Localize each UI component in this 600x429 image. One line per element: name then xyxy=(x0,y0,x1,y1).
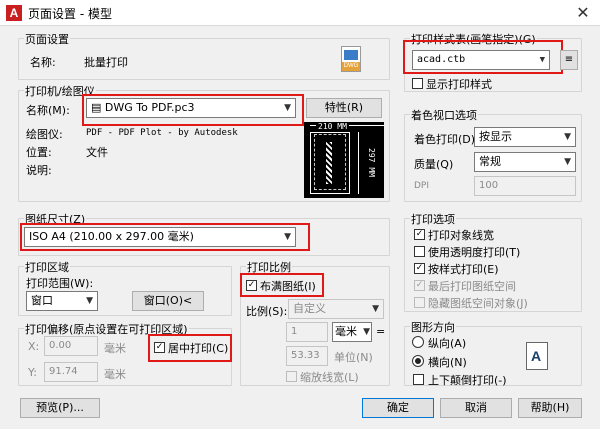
offset-y-input[interactable]: 91.74 xyxy=(44,362,98,382)
page-setup-group xyxy=(18,38,390,80)
scale-units-label: 单位(N) xyxy=(334,351,373,364)
show-plot-styles-label: 显示打印样式 xyxy=(426,78,492,91)
chevron-down-icon: ▼ xyxy=(564,132,571,142)
plot-area-group-label: 打印区域 xyxy=(24,259,70,275)
landscape-preview-icon: A xyxy=(526,342,548,370)
scale-label: 比例(S): xyxy=(246,305,288,318)
plotter-select[interactable]: ▤ DWG To PDF.pc3 ▼ xyxy=(86,98,296,118)
window-title: 页面设置 - 模型 xyxy=(28,7,112,21)
plot-option-checkbox[interactable]: ✓ xyxy=(414,229,425,240)
paper-width-label: 210 MM xyxy=(316,122,349,131)
plotter-device-label: 绘图仪: xyxy=(26,128,63,141)
scale-units-input[interactable]: 53.33 xyxy=(286,346,328,366)
page-setup-name-value: 批量打印 xyxy=(84,56,128,69)
plot-range-label: 打印范围(W): xyxy=(26,277,94,290)
paper-preview: 210 MM 297 MM xyxy=(304,122,384,198)
offset-x-label: X: xyxy=(28,340,40,353)
dpi-input[interactable]: 100 xyxy=(474,176,576,196)
scale-lineweights-label: 缩放线宽(L) xyxy=(300,371,359,384)
upside-down-label: 上下颠倒打印(-) xyxy=(428,374,507,387)
page-setup-name-label: 名称: xyxy=(30,56,56,69)
plot-option-label: 打印对象线宽 xyxy=(428,229,494,242)
shaded-options-group-label: 着色视口选项 xyxy=(410,107,478,123)
chevron-down-icon: ▼ xyxy=(86,296,93,306)
plot-range-select[interactable]: 窗口 ▼ xyxy=(26,291,98,311)
scale-select[interactable]: 自定义 ▼ xyxy=(288,299,384,319)
page-setup-group-label: 页面设置 xyxy=(24,31,70,47)
plot-option-label: 隐藏图纸空间对象(J) xyxy=(428,297,528,310)
plotter-device-value: PDF - PDF Plot - by Autodesk xyxy=(86,128,238,138)
help-button[interactable]: 帮助(H) xyxy=(518,398,582,418)
plot-option-checkbox[interactable] xyxy=(414,297,425,308)
plotter-location-value: 文件 xyxy=(86,146,108,159)
shade-plot-select[interactable]: 按显示 ▼ xyxy=(474,127,576,147)
edit-plot-style-icon[interactable]: ≡ xyxy=(560,50,578,70)
plot-option-checkbox[interactable]: ✓ xyxy=(414,263,425,274)
chevron-down-icon: ▼ xyxy=(284,232,291,242)
fit-to-paper-label: 布满图纸(I) xyxy=(260,280,316,293)
printer-icon: ▤ xyxy=(91,101,105,114)
plotter-description-label: 说明: xyxy=(26,164,52,177)
plot-option-label: 最后打印图纸空间 xyxy=(428,280,516,293)
show-plot-styles-checkbox[interactable] xyxy=(412,78,423,89)
preview-button[interactable]: 预览(P)... xyxy=(20,398,100,418)
quality-select[interactable]: 常规 ▼ xyxy=(474,152,576,172)
portrait-radio[interactable] xyxy=(412,336,424,348)
scale-number-input[interactable]: 1 xyxy=(286,322,328,342)
scale-equals-sign: = xyxy=(376,325,386,338)
plot-option-checkbox[interactable]: ✓ xyxy=(414,280,425,291)
dwg-file-icon: DWG xyxy=(341,46,361,72)
drawing-hatch xyxy=(326,142,332,184)
chevron-down-icon: ▼ xyxy=(363,327,370,337)
paper-height-label: 297 MM xyxy=(366,148,376,177)
height-dimension-line xyxy=(358,132,359,194)
plot-window-button[interactable]: 窗口(O)< xyxy=(132,291,204,311)
fit-to-paper-checkbox[interactable]: ✓ xyxy=(246,280,257,291)
plotter-location-label: 位置: xyxy=(26,146,52,159)
plotter-properties-button[interactable]: 特性(R) xyxy=(306,98,382,118)
upside-down-checkbox[interactable] xyxy=(413,374,424,385)
landscape-radio[interactable] xyxy=(412,355,424,367)
plot-option-checkbox[interactable] xyxy=(414,246,425,257)
close-icon[interactable]: ✕ xyxy=(570,2,596,24)
offset-x-input[interactable]: 0.00 xyxy=(44,336,98,356)
chevron-down-icon: ▼ xyxy=(539,55,545,65)
chevron-down-icon: ▼ xyxy=(564,157,571,167)
offset-y-label: Y: xyxy=(28,366,37,379)
orientation-group-label: 图形方向 xyxy=(410,319,456,335)
cancel-button[interactable]: 取消 xyxy=(440,398,512,418)
plot-option-label: 按样式打印(E) xyxy=(428,263,499,276)
plot-option-label: 使用透明度打印(T) xyxy=(428,246,521,259)
autocad-app-icon: A xyxy=(6,5,22,21)
paper-size-select[interactable]: ISO A4 (210.00 x 297.00 毫米) ▼ xyxy=(24,227,296,247)
landscape-label: 横向(N) xyxy=(428,356,467,369)
shade-plot-label: 着色打印(D) xyxy=(414,133,476,146)
quality-label: 质量(Q) xyxy=(414,158,454,171)
chevron-down-icon: ▼ xyxy=(284,103,291,113)
plotter-name-label: 名称(M): xyxy=(26,104,70,117)
offset-y-unit: 毫米 xyxy=(104,368,126,381)
offset-x-unit: 毫米 xyxy=(104,342,126,355)
scale-lineweights-checkbox[interactable] xyxy=(286,371,297,382)
center-plot-label: 居中打印(C) xyxy=(168,342,229,355)
dpi-label: DPI xyxy=(414,181,430,191)
ok-button[interactable]: 确定 xyxy=(362,398,434,418)
plot-style-select[interactable]: acad.ctb ▼ xyxy=(412,50,550,70)
center-plot-checkbox[interactable]: ✓ xyxy=(154,342,165,353)
plot-options-group-label: 打印选项 xyxy=(410,211,456,227)
scale-unit-select[interactable]: 毫米 ▼ xyxy=(332,322,372,342)
portrait-label: 纵向(A) xyxy=(428,337,467,350)
chevron-down-icon: ▼ xyxy=(372,304,379,314)
